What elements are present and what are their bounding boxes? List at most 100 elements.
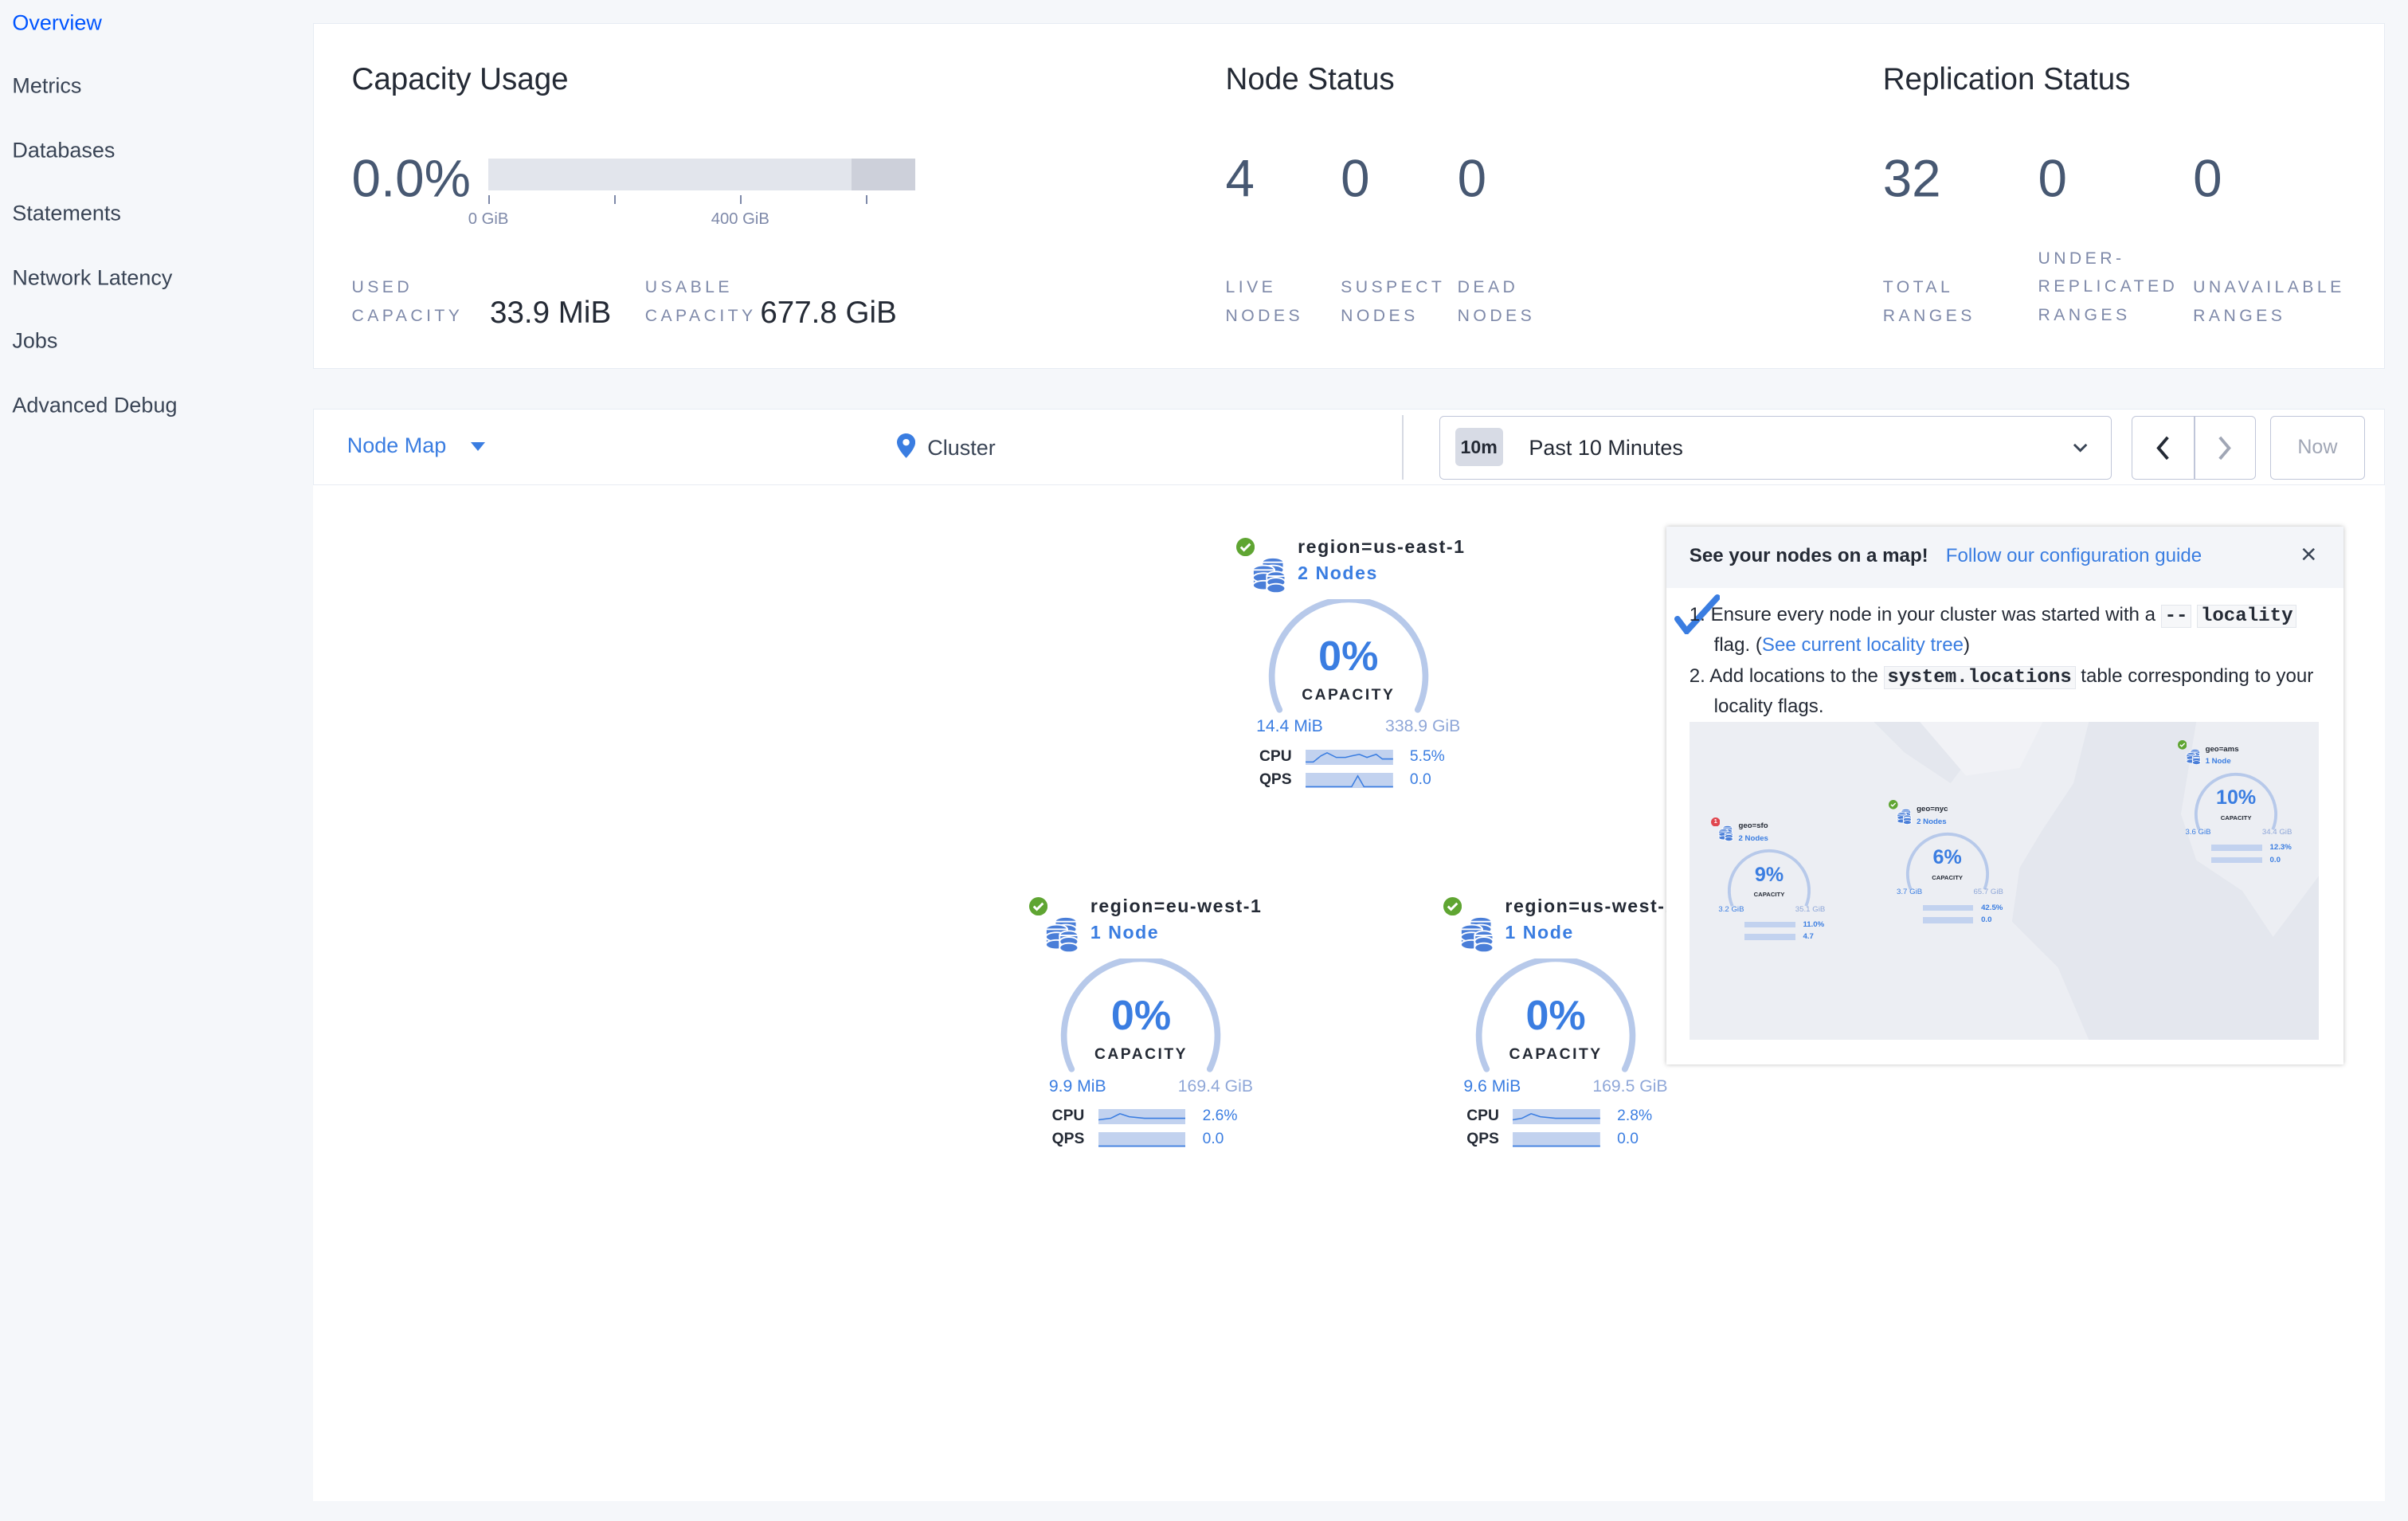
name: geo=ams	[2205, 745, 2239, 755]
count: 2 Nodes	[1738, 833, 1768, 843]
axis-tick	[866, 194, 868, 205]
qps-sparkline	[1305, 772, 1393, 789]
view-dropdown[interactable]: Node Map	[347, 433, 485, 458]
suspect-nodes-count: 0	[1341, 149, 1370, 208]
cpu-sparkline	[1305, 749, 1393, 766]
sidebar-item-statements[interactable]: Statements	[12, 201, 121, 225]
map-pin-icon	[896, 433, 916, 458]
node-status-title: Node Status	[1225, 62, 1395, 97]
total-capacity: 169.5 GiB	[1592, 1076, 1668, 1096]
used-capacity: 9.9 MiB	[1048, 1076, 1106, 1096]
setup-step-2: 2. Add locations to the system.locations…	[1689, 665, 2314, 717]
chevron-right-icon	[2218, 436, 2232, 460]
name: geo=sfo	[1738, 821, 1768, 831]
capacity-label: CAPACITY	[1302, 686, 1396, 704]
database-icon	[1044, 916, 1079, 953]
replication-status-title: Replication Status	[1882, 62, 2131, 97]
qps-sparkline	[1744, 934, 1795, 940]
qps-sparkline	[2211, 857, 2262, 864]
time-range-select[interactable]: 10m Past 10 Minutes	[1439, 416, 2112, 480]
close-icon[interactable]: ×	[2300, 539, 2316, 570]
capacity-percent: 0%	[1110, 993, 1172, 1040]
time-nav-group	[2132, 416, 2257, 480]
capacity-label: CAPACITY	[1094, 1045, 1188, 1063]
database-icon	[1459, 916, 1494, 953]
next-button[interactable]	[2195, 417, 2255, 478]
region-name: region=eu-west-1	[1090, 896, 1263, 917]
suspect-nodes-label: SUSPECT NODES	[1341, 278, 1446, 325]
cpu-label: CPU	[1466, 1107, 1499, 1125]
axis-tick	[614, 194, 617, 205]
previous-button[interactable]	[2132, 417, 2194, 478]
sidebar-item-overview[interactable]: Overview	[12, 10, 101, 35]
tick-label: 0 GiB	[468, 210, 509, 229]
locality-tree-link[interactable]: See current locality tree	[1762, 634, 1964, 656]
total: 34.4 GiB	[2261, 828, 2292, 837]
chevron-down-icon	[2073, 444, 2088, 453]
popover-header: See your nodes on a map! Follow our conf…	[1666, 527, 2344, 589]
cpu-value: 2.8%	[1617, 1107, 1653, 1125]
live-nodes-label: LIVE NODES	[1225, 278, 1304, 325]
unavailable-label: UNAVAILABLE RANGES	[2193, 278, 2345, 325]
total-ranges-count: 32	[1882, 149, 1941, 208]
used-capacity-value: 33.9 MiB	[490, 296, 612, 331]
cpu-sparkline	[1513, 1109, 1600, 1125]
example-map-node: geo=sfo 2 Nodes 9% CAPACITY 3.2 GiB 35.1 GiB 1…	[1710, 817, 1834, 956]
capacity-bar-unusable	[851, 158, 916, 191]
cpu: 12.3%	[2269, 843, 2292, 853]
time-badge: 10m	[1455, 427, 1503, 467]
node-count: 2 Nodes	[1298, 562, 1378, 583]
used: 3.6 GiB	[2185, 828, 2211, 837]
capacity-percent: 0.0%	[351, 149, 471, 208]
cpu-sparkline	[1744, 921, 1795, 928]
popover-title: See your nodes on a map!	[1689, 545, 1928, 567]
caret-down-icon	[470, 442, 485, 451]
qps-sparkline	[1922, 916, 1974, 923]
chevron-left-icon	[2156, 436, 2169, 460]
cpu-sparkline	[2211, 845, 2262, 852]
sidebar-item-databases[interactable]: Databases	[12, 138, 115, 163]
database-icon	[1897, 809, 1912, 825]
qps-label: QPS	[1466, 1130, 1499, 1147]
capacity-percent: 0%	[1525, 993, 1586, 1040]
database-icon	[1718, 825, 1734, 842]
dead-nodes-label: DEAD NODES	[1457, 278, 1536, 325]
node-us-east-1[interactable]: region=us-east-1 2 Nodes 0% CAPACITY 14.4 Mi…	[1236, 536, 1482, 799]
cpu: 42.5%	[1981, 903, 2003, 912]
example-map-node: geo=ams 1 Node 10% CAPACITY 3.6 GiB 34.4 GiB 1…	[2177, 740, 2300, 879]
divider	[1402, 414, 1404, 480]
usable-capacity-label: USABLE CAPACITY	[644, 278, 757, 325]
cpu-label: CPU	[1051, 1107, 1085, 1125]
qps: 0.0	[1981, 915, 1992, 925]
qps-label: QPS	[1051, 1130, 1085, 1147]
status-ok-icon	[1443, 896, 1462, 916]
usable-capacity-value: 677.8 GiB	[760, 296, 897, 331]
breadcrumb-cluster[interactable]: Cluster	[896, 433, 996, 461]
cpu-sparkline	[1098, 1109, 1186, 1125]
total-ranges-label: TOTAL RANGES	[1882, 278, 1975, 325]
sidebar-item-advanced-debug[interactable]: Advanced Debug	[12, 393, 177, 417]
status-ok-icon	[1236, 537, 1255, 556]
database-icon	[1252, 556, 1286, 594]
setup-steps: 1. Ensure every node in your cluster was…	[1690, 601, 2327, 721]
capacity-label: CAPACITY	[1509, 1045, 1603, 1063]
capacity: 6%	[1932, 846, 1962, 869]
node-eu-west-1[interactable]: region=eu-west-1 1 Node 0% CAPACITY 9.9 MiB 1…	[1028, 896, 1274, 1158]
axis-tick	[488, 194, 491, 205]
live-nodes-count: 4	[1225, 149, 1255, 208]
capacity-usage-title: Capacity Usage	[351, 62, 569, 97]
setup-step-1: 1. Ensure every node in your cluster was…	[1690, 601, 2327, 659]
node-us-west-1[interactable]: region=us-west-1 1 Node 0% CAPACITY 9.6 MiB 1…	[1443, 896, 1689, 1158]
sidebar-item-metrics[interactable]: Metrics	[12, 73, 81, 98]
sidebar-item-jobs[interactable]: Jobs	[12, 329, 57, 354]
configuration-guide-link[interactable]: Follow our configuration guide	[1946, 545, 2202, 567]
qps-sparkline	[1098, 1131, 1186, 1148]
name: geo=nyc	[1917, 805, 1948, 814]
time-range-label: Past 10 Minutes	[1529, 435, 1683, 460]
region-name: region=us-west-1	[1505, 896, 1677, 917]
database-icon	[2185, 748, 2201, 765]
count: 2 Nodes	[1917, 817, 1947, 826]
qps-sparkline	[1513, 1131, 1600, 1148]
sidebar-item-network-latency[interactable]: Network Latency	[12, 265, 172, 290]
now-button[interactable]: Now	[2269, 416, 2366, 480]
